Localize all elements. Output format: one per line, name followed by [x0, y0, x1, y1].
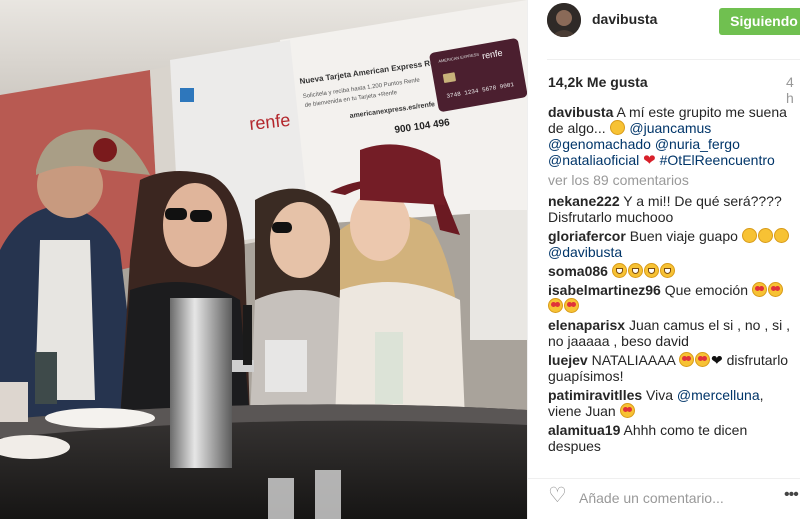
post-photo[interactable]: renfe Nueva Tarjeta American Express Ren…	[0, 0, 527, 519]
comment-username[interactable]: gloriafercor	[548, 228, 626, 244]
heart-eyes-icon	[751, 282, 767, 297]
comment-username[interactable]: soma086	[548, 263, 608, 279]
post-header: davibusta Siguiendo	[528, 0, 800, 40]
black-heart-icon: ❤	[711, 352, 723, 368]
amex-logo	[180, 88, 194, 102]
grinning-face-icon	[611, 263, 627, 278]
post-sidebar: davibusta Siguiendo 14,2k Me gusta 4 h d…	[527, 0, 800, 519]
comment-item: gloriafercor Buen viaje guapo @davibusta	[548, 228, 798, 260]
mention-juancamus[interactable]: @juancamus	[629, 120, 711, 136]
comment-username[interactable]: patimiravitlles	[548, 387, 642, 403]
thinking-face-icon	[609, 120, 625, 135]
likes-count[interactable]: 14,2k Me gusta	[548, 74, 648, 90]
comment-username[interactable]: isabelmartinez96	[548, 282, 661, 298]
heart-eyes-icon	[767, 282, 783, 297]
red-heart-icon: ❤	[643, 152, 656, 169]
header-username[interactable]: davibusta	[592, 11, 657, 27]
mention-nataliaoficial[interactable]: @nataliaoficial	[548, 152, 639, 168]
comment-username[interactable]: nekane222	[548, 193, 620, 209]
comment-item: luejev NATALIAAAA ❤ disfrutarlo guapísim…	[548, 352, 798, 384]
add-comment-input[interactable]	[579, 488, 769, 508]
kissing-face-icon	[773, 228, 789, 243]
caption-username[interactable]: davibusta	[548, 104, 613, 120]
comment-username[interactable]: luejev	[548, 352, 588, 368]
grinning-face-icon	[627, 263, 643, 278]
add-comment-bar: ♡ •••	[528, 478, 800, 519]
heart-eyes-icon	[548, 298, 563, 313]
mention-nuria-fergo[interactable]: @nuria_fergo	[655, 136, 740, 152]
following-button[interactable]: Siguiendo	[719, 8, 800, 35]
comment-mention[interactable]: @davibusta	[548, 244, 622, 260]
comments-list: davibusta A mí este grupito me suena de …	[548, 104, 798, 457]
grinning-face-icon	[643, 263, 659, 278]
comment-text: Que emoción	[664, 282, 749, 298]
view-more-comments[interactable]: ver los 89 comentarios	[548, 172, 798, 188]
kissing-face-icon	[741, 228, 757, 243]
heart-outline-icon[interactable]: ♡	[548, 485, 567, 507]
instagram-post-window: renfe Nueva Tarjeta American Express Ren…	[0, 0, 800, 519]
avatar-image-icon	[547, 3, 581, 37]
heart-eyes-icon	[619, 403, 635, 418]
comment-text: Viva	[646, 387, 674, 403]
ad-renfe-logo: renfe	[248, 110, 291, 134]
ellipsis-icon[interactable]: •••	[784, 486, 799, 504]
comment-item: isabelmartinez96 Que emoción	[548, 282, 798, 314]
comment-item: patimiravitlles Viva @mercelluna, viene …	[548, 387, 798, 419]
comment-item: nekane222 Y a mi!! De qué será???? Disfr…	[548, 193, 798, 225]
kissing-face-icon	[757, 228, 773, 243]
avatar[interactable]	[547, 3, 581, 37]
comment-item: soma086	[548, 263, 798, 279]
caption: davibusta A mí este grupito me suena de …	[548, 104, 798, 169]
comment-username[interactable]: elenaparisx	[548, 317, 625, 333]
heart-eyes-icon	[679, 352, 694, 367]
photo-illustration: renfe Nueva Tarjeta American Express Ren…	[0, 0, 527, 519]
grinning-face-icon	[659, 263, 675, 278]
heart-eyes-icon	[564, 298, 579, 313]
mention-genomachado[interactable]: @genomachado	[548, 136, 651, 152]
comment-text: Buen viaje guapo	[629, 228, 738, 244]
comment-username[interactable]: alamitua19	[548, 422, 620, 438]
comment-item: elenaparisx Juan camus el si , no , si ,…	[548, 317, 798, 349]
heart-eyes-icon	[695, 352, 710, 367]
comment-item: alamitua19 Ahhh como te dicen despues	[548, 422, 798, 454]
comment-text: NATALIAAAA	[591, 352, 676, 368]
post-time[interactable]: 4 h	[786, 74, 800, 106]
hashtag-link[interactable]: #OtElReencuentro	[660, 152, 775, 168]
comment-mention[interactable]: @mercelluna	[677, 387, 760, 403]
header-divider	[547, 59, 800, 60]
